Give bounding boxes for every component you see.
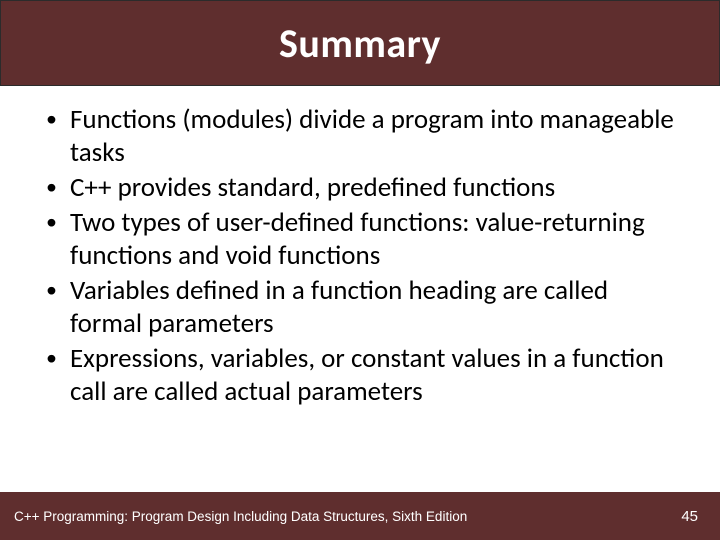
title-bar: Summary — [0, 0, 720, 86]
list-item: C++ provides standard, predefined functi… — [42, 172, 678, 205]
list-item: Variables defined in a function heading … — [42, 275, 678, 341]
list-item: Two types of user-defined functions: val… — [42, 207, 678, 273]
bullet-list: Functions (modules) divide a program int… — [42, 104, 678, 408]
list-item: Expressions, variables, or constant valu… — [42, 343, 678, 409]
list-item: Functions (modules) divide a program int… — [42, 104, 678, 170]
footer-bar: C++ Programming: Program Design Includin… — [0, 492, 720, 540]
bullet-text: C++ provides standard, predefined functi… — [70, 171, 555, 204]
footer-page-number: 45 — [681, 508, 698, 525]
slide-title: Summary — [279, 19, 441, 68]
bullet-text: Variables defined in a function heading … — [70, 274, 608, 340]
bullet-text: Expressions, variables, or constant valu… — [70, 342, 664, 408]
bullet-text: Two types of user-defined functions: val… — [70, 206, 645, 272]
content-area: Functions (modules) divide a program int… — [0, 86, 720, 408]
bullet-text: Functions (modules) divide a program int… — [70, 103, 674, 169]
footer-book-title: C++ Programming: Program Design Includin… — [14, 509, 467, 524]
